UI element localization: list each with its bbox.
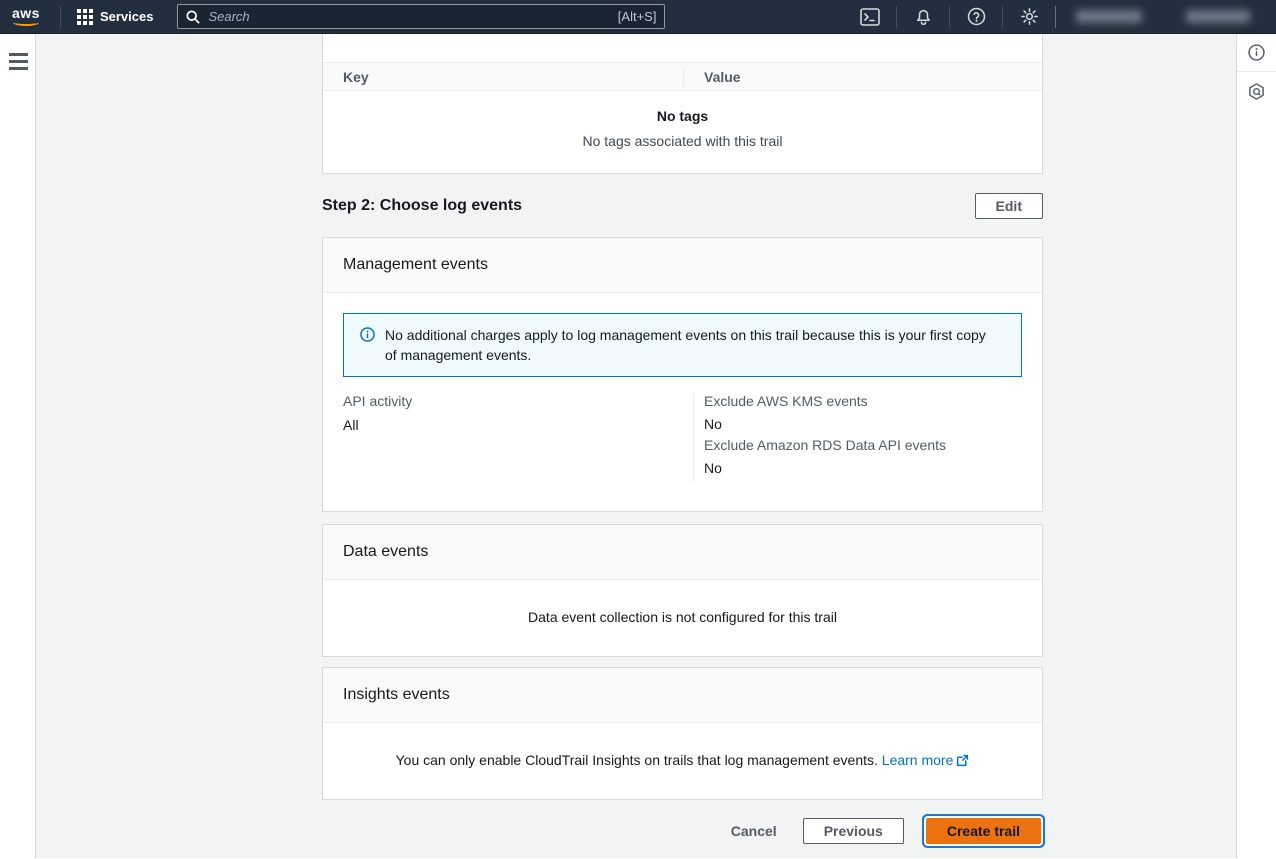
learn-more-link[interactable]: Learn more: [882, 752, 970, 768]
external-link-icon: [956, 754, 969, 767]
management-events-header: Management events: [323, 238, 1042, 293]
topbar-divider: [60, 6, 61, 28]
tags-empty-title: No tags: [323, 108, 1042, 124]
right-tools-rail: [1236, 34, 1276, 858]
info-icon: [1248, 44, 1265, 61]
menu-toggle-button[interactable]: [0, 46, 36, 76]
grid-icon: [77, 9, 93, 25]
data-events-title: Data events: [343, 543, 428, 560]
insights-events-header: Insights events: [323, 668, 1042, 723]
region-selector-redacted[interactable]: [1076, 10, 1142, 23]
topbar-divider: [1055, 6, 1056, 28]
cloudshell-button[interactable]: [850, 0, 890, 34]
exclude-kms-label: Exclude AWS KMS events: [704, 393, 1022, 409]
info-panel-button[interactable]: [1237, 34, 1276, 72]
settings-button[interactable]: [1009, 0, 1049, 34]
data-events-message: Data event collection is not configured …: [323, 580, 1042, 656]
insights-events-title: Insights events: [343, 686, 450, 703]
topbar-divider: [896, 6, 897, 28]
step2-heading: Step 2: Choose log events: [322, 197, 522, 215]
tags-table-header: Key Value: [323, 62, 1042, 91]
info-alert-text: No additional charges apply to log manag…: [385, 325, 997, 365]
main-scroll-area: Key Value No tags No tags associated wit…: [36, 34, 1236, 858]
amazon-q-button[interactable]: [1237, 72, 1276, 110]
edit-step2-button[interactable]: Edit: [975, 193, 1043, 219]
exclude-rds-value: No: [704, 460, 1022, 476]
exclude-kms-value: No: [704, 416, 1022, 432]
data-events-header: Data events: [323, 525, 1042, 580]
left-navigation-rail: [0, 34, 36, 858]
search-input[interactable]: [208, 9, 609, 24]
aws-smile-icon: [13, 19, 39, 26]
previous-button[interactable]: Previous: [803, 818, 904, 844]
gear-icon: [1020, 7, 1039, 26]
data-events-card: Data events Data event collection is not…: [322, 524, 1043, 657]
management-events-card: Management events No additional charges …: [322, 237, 1043, 512]
topbar-divider: [949, 6, 950, 28]
bell-icon: [914, 7, 933, 26]
account-menu-redacted[interactable]: [1186, 10, 1250, 23]
services-label: Services: [100, 9, 154, 24]
terminal-icon: [860, 8, 880, 26]
search-icon: [186, 10, 200, 24]
question-icon: [967, 7, 986, 26]
create-trail-button[interactable]: Create trail: [926, 818, 1041, 844]
tags-card: Key Value No tags No tags associated wit…: [322, 34, 1043, 174]
management-events-title: Management events: [343, 256, 488, 273]
amazon-q-icon: [1248, 83, 1265, 100]
search-shortcut: [Alt+S]: [618, 9, 657, 24]
api-activity-value: All: [343, 417, 693, 433]
topbar-divider: [1002, 6, 1003, 28]
insights-message: You can only enable CloudTrail Insights …: [396, 752, 878, 768]
notifications-button[interactable]: [903, 0, 943, 34]
insights-events-card: Insights events You can only enable Clou…: [322, 667, 1043, 800]
tags-value-column-header: Value: [683, 67, 1042, 87]
info-icon: [360, 327, 375, 365]
no-charges-info-alert: No additional charges apply to log manag…: [343, 313, 1022, 377]
cancel-button[interactable]: Cancel: [727, 819, 781, 843]
top-navigation-bar: aws Services [Alt+S]: [0, 0, 1276, 34]
tags-key-column-header: Key: [323, 69, 683, 85]
tags-empty-state: No tags No tags associated with this tra…: [323, 91, 1042, 173]
tags-empty-message: No tags associated with this trail: [323, 133, 1042, 149]
api-activity-label: API activity: [343, 393, 693, 409]
aws-logo[interactable]: aws: [12, 7, 40, 26]
hamburger-icon: [9, 53, 28, 56]
global-search[interactable]: [Alt+S]: [177, 4, 665, 29]
services-menu-button[interactable]: Services: [67, 0, 164, 34]
exclude-rds-label: Exclude Amazon RDS Data API events: [704, 437, 1022, 453]
help-button[interactable]: [956, 0, 996, 34]
